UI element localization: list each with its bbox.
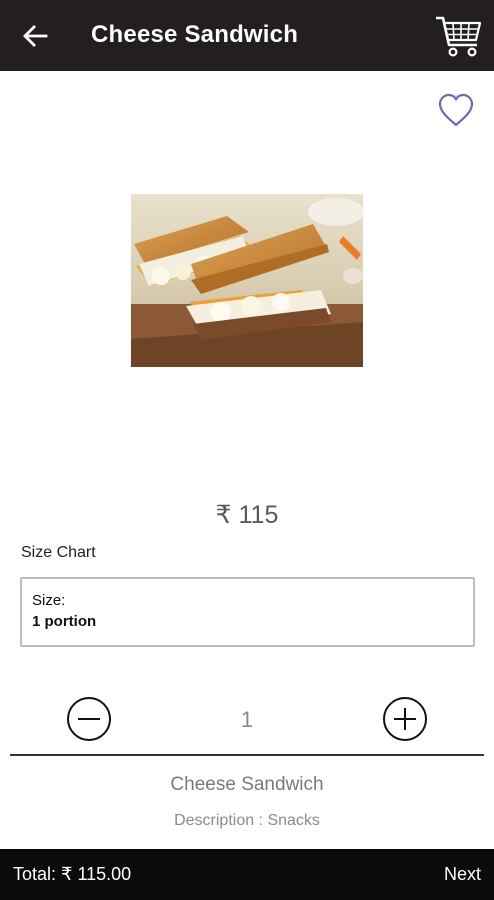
sandwich-illustration xyxy=(131,194,363,367)
size-selector[interactable]: Size: 1 portion xyxy=(20,577,475,647)
shopping-cart-icon xyxy=(436,16,482,57)
favorite-button[interactable] xyxy=(436,91,476,129)
increase-quantity-button[interactable] xyxy=(383,697,427,741)
size-label: Size: xyxy=(32,592,66,609)
heart-outline-icon xyxy=(438,93,474,127)
arrow-left-icon xyxy=(23,25,48,47)
size-value: 1 portion xyxy=(32,613,97,630)
back-button[interactable] xyxy=(18,20,52,52)
product-price: ₹ 115 xyxy=(215,501,279,529)
size-chart-label: Size Chart xyxy=(21,544,96,561)
product-image xyxy=(131,194,363,367)
app-bar: Cheese Sandwich xyxy=(0,0,494,71)
cart-button[interactable] xyxy=(434,12,484,60)
product-name: Cheese Sandwich xyxy=(170,774,324,795)
total-amount: Total: ₹ 115.00 xyxy=(13,864,132,884)
divider xyxy=(10,754,484,756)
bottom-bar: Total: ₹ 115.00 Next xyxy=(0,849,494,900)
plus-icon-vertical-stroke xyxy=(404,708,406,730)
page-title: Cheese Sandwich xyxy=(91,21,299,48)
product-description: Description : Snacks xyxy=(174,812,320,829)
next-button[interactable]: Next xyxy=(444,864,481,885)
